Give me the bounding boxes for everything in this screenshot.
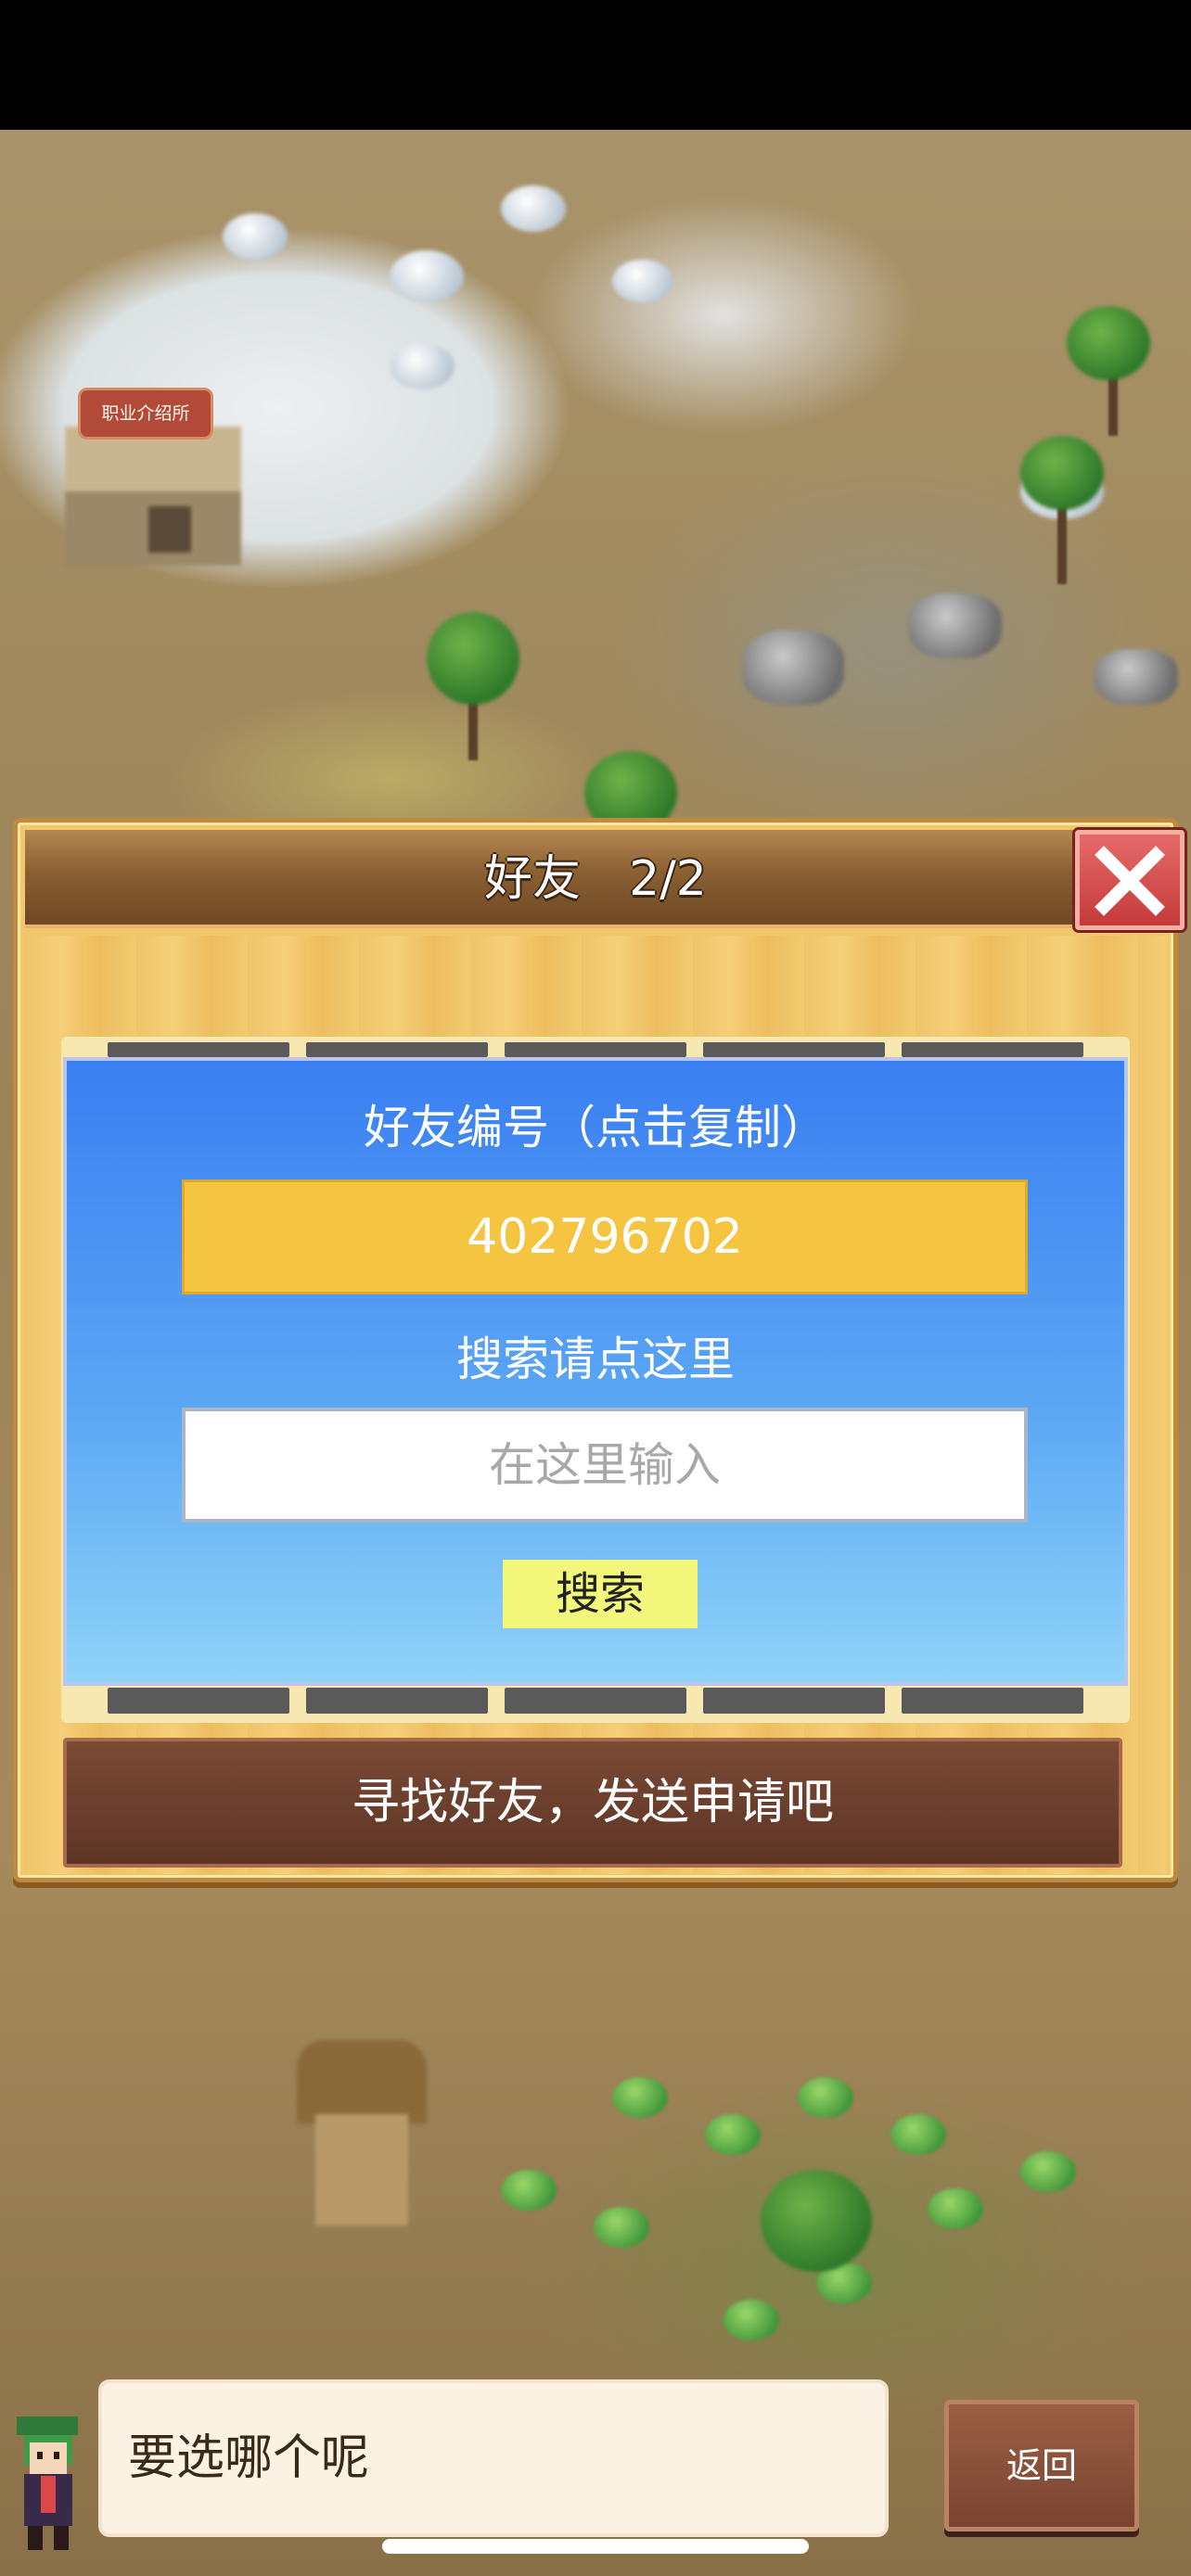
crop (501, 2170, 557, 2211)
rock (1095, 649, 1178, 705)
snow-mound (390, 343, 455, 389)
tree (1067, 306, 1150, 380)
dialog-header: 好友 2/2 (25, 830, 1166, 928)
page-slot (902, 1688, 1083, 1714)
close-icon (1095, 846, 1165, 916)
find-friends-banner[interactable]: 寻找好友，发送申请吧 (63, 1738, 1122, 1868)
crop (612, 2077, 668, 2118)
snow-mound (390, 250, 464, 302)
page-slot (306, 1688, 488, 1714)
back-button[interactable]: 返回 (944, 2400, 1139, 2531)
job-office-building (65, 427, 241, 566)
page-slot (306, 1042, 488, 1057)
search-input[interactable] (182, 1408, 1028, 1523)
rock (742, 631, 844, 705)
speech-bubble: 要选哪个呢 (98, 2379, 889, 2537)
crop (724, 2300, 779, 2340)
status-bar (0, 0, 1191, 130)
crop (1020, 2151, 1076, 2192)
friend-card: 好友编号（点击复制） 402796702 搜索请点这里 搜索 (63, 1057, 1128, 1686)
search-button[interactable]: 搜索 (503, 1560, 698, 1628)
character-avatar (4, 2405, 91, 2554)
tree (427, 612, 519, 705)
page-slot (703, 1688, 885, 1714)
dialog-title: 好友 2/2 (484, 851, 707, 907)
job-office-sign[interactable]: 职业介绍所 (78, 388, 213, 440)
tree (761, 2170, 872, 2272)
crop (705, 2114, 761, 2155)
friend-id-label: 好友编号（点击复制） (364, 1101, 827, 1154)
crop (594, 2207, 649, 2248)
rock (909, 593, 1002, 658)
crop (928, 2188, 983, 2229)
wooden-hut (297, 2040, 427, 2225)
friend-id-copy-button[interactable]: 402796702 (182, 1180, 1028, 1294)
tree (1020, 436, 1104, 510)
page-slot (703, 1042, 885, 1057)
close-button[interactable] (1075, 830, 1185, 930)
snow-mound (223, 213, 288, 260)
home-indicator[interactable] (382, 2539, 809, 2554)
page-slot (505, 1688, 686, 1714)
snow-mound (612, 260, 673, 302)
page-slot (108, 1688, 289, 1714)
search-label: 搜索请点这里 (456, 1333, 735, 1386)
page-slot (108, 1042, 289, 1057)
page-slot (505, 1042, 686, 1057)
crop (798, 2077, 853, 2118)
page-slot (902, 1042, 1083, 1057)
crop (890, 2114, 946, 2155)
snow-mound (501, 185, 566, 232)
